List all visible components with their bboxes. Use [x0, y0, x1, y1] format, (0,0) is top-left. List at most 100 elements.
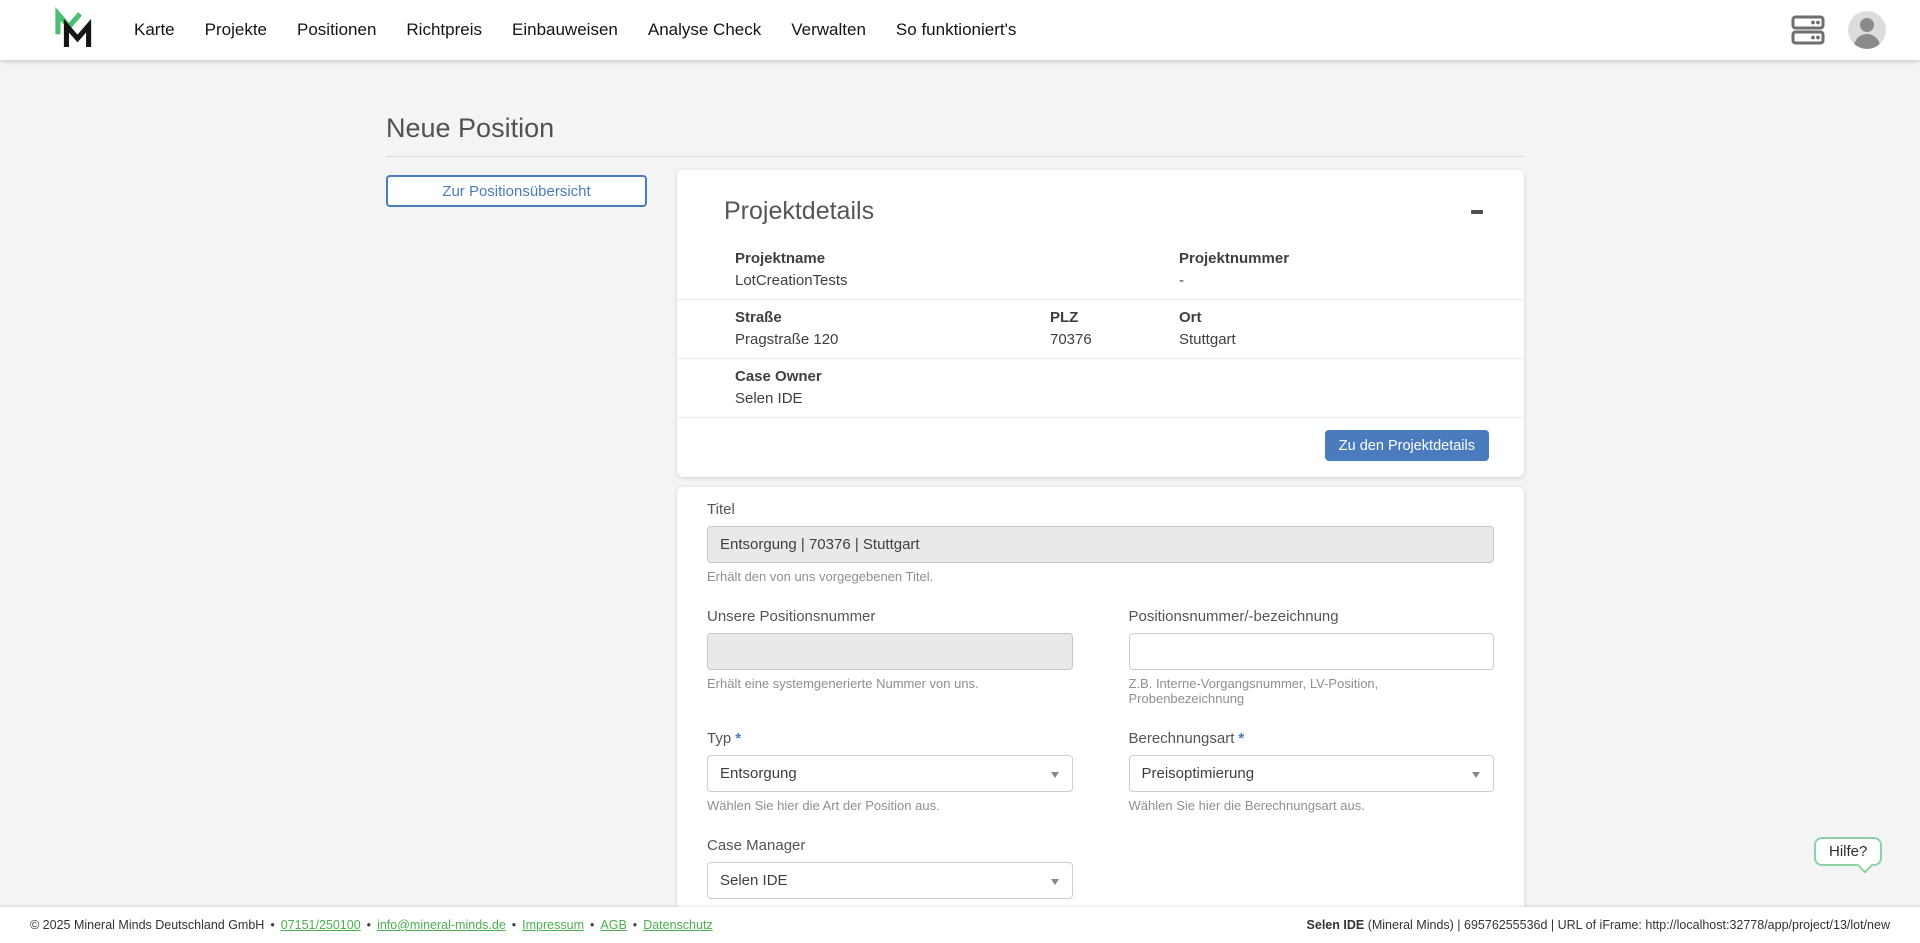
- project-details-card: Projektdetails Projektname LotCreationTe…: [677, 170, 1524, 477]
- type-calculation-row: Typ* Entsorgung Wählen Sie hier die Art …: [707, 730, 1494, 813]
- unsere-positionsnummer-label: Unsere Positionsnummer: [707, 608, 1073, 626]
- nav-item-projekte[interactable]: Projekte: [205, 20, 267, 40]
- typ-label-text: Typ: [707, 730, 731, 747]
- typ-select[interactable]: Entsorgung: [707, 755, 1073, 792]
- field-projektnummer: Projektnummer -: [1179, 249, 1489, 290]
- navbar-right: [1790, 0, 1886, 60]
- chevron-down-icon: [1051, 772, 1059, 778]
- avatar-body: [1854, 34, 1880, 49]
- top-navbar: Karte Projekte Positionen Richtpreis Ein…: [0, 0, 1920, 60]
- case-manager-field: Case Manager Selen IDE: [707, 837, 1073, 899]
- help-button[interactable]: Hilfe?: [1814, 837, 1882, 866]
- unsere-positionsnummer-input: [707, 633, 1073, 670]
- server-icon[interactable]: [1790, 14, 1826, 46]
- berechnungsart-label-text: Berechnungsart: [1129, 730, 1235, 747]
- titel-field: Titel Erhält den von uns vorgegebenen Ti…: [707, 501, 1494, 584]
- ort-label: Ort: [1179, 308, 1489, 327]
- positionsnummer-field: Positionsnummer/-bezeichnung Z.B. Intern…: [1129, 608, 1495, 706]
- nav-item-so-funktionierts[interactable]: So funktioniert's: [896, 20, 1016, 40]
- user-avatar-icon[interactable]: [1848, 11, 1886, 49]
- goto-project-details-button[interactable]: Zu den Projektdetails: [1325, 430, 1489, 461]
- berechnungsart-helper: Wählen Sie hier die Berechnungsart aus.: [1129, 798, 1495, 813]
- field-case-owner: Case Owner Selen IDE: [735, 367, 1489, 408]
- nav-item-verwalten[interactable]: Verwalten: [791, 20, 866, 40]
- title-divider: [386, 156, 1524, 157]
- berechnungsart-required-asterisk: *: [1238, 730, 1244, 747]
- footer-separator: •: [367, 918, 371, 932]
- position-number-row: Unsere Positionsnummer Erhält eine syste…: [707, 608, 1494, 706]
- case-owner-label: Case Owner: [735, 367, 1489, 386]
- case-manager-row-spacer: [1129, 837, 1495, 899]
- footer-link-datenschutz[interactable]: Datenschutz: [643, 918, 712, 932]
- footer-link-agb[interactable]: AGB: [600, 918, 626, 932]
- footer-link-impressum[interactable]: Impressum: [522, 918, 584, 932]
- case-manager-row: Case Manager Selen IDE: [707, 837, 1494, 899]
- typ-helper: Wählen Sie hier die Art der Position aus…: [707, 798, 1073, 813]
- field-plz: PLZ 70376: [1050, 308, 1179, 349]
- chevron-down-icon: [1051, 879, 1059, 885]
- footer-separator: •: [270, 918, 274, 932]
- plz-value: 70376: [1050, 330, 1179, 349]
- unsere-positionsnummer-helper: Erhält eine systemgenerierte Nummer von …: [707, 676, 1073, 691]
- berechnungsart-label: Berechnungsart*: [1129, 730, 1495, 748]
- footer-link-email[interactable]: info@mineral-minds.de: [377, 918, 506, 932]
- typ-required-asterisk: *: [735, 730, 741, 747]
- minus-dash: [1471, 210, 1483, 214]
- berechnungsart-field: Berechnungsart* Preisoptimierung Wählen …: [1129, 730, 1495, 813]
- projektnummer-label: Projektnummer: [1179, 249, 1489, 268]
- project-card-header: Projektdetails: [677, 170, 1524, 241]
- positionsnummer-label: Positionsnummer/-bezeichnung: [1129, 608, 1495, 626]
- titel-input: [707, 526, 1494, 563]
- avatar-head: [1860, 18, 1874, 32]
- nav-item-richtpreis[interactable]: Richtpreis: [406, 20, 482, 40]
- project-card-title: Projektdetails: [724, 197, 874, 226]
- footer-left: © 2025 Mineral Minds Deutschland GmbH • …: [30, 918, 713, 932]
- project-row-address: Straße Pragstraße 120 PLZ 70376 Ort Stut…: [677, 299, 1524, 358]
- nav-item-positionen[interactable]: Positionen: [297, 20, 376, 40]
- titel-helper: Erhält den von uns vorgegebenen Titel.: [707, 569, 1494, 584]
- footer: © 2025 Mineral Minds Deutschland GmbH • …: [0, 907, 1920, 943]
- footer-copyright: © 2025 Mineral Minds Deutschland GmbH: [30, 918, 264, 932]
- typ-select-value: Entsorgung: [720, 765, 797, 782]
- project-row-name-number: Projektname LotCreationTests Projektnumm…: [677, 241, 1524, 299]
- projektname-label: Projektname: [735, 249, 1179, 268]
- footer-session-user: Selen IDE: [1307, 918, 1365, 932]
- nav-item-einbauweisen[interactable]: Einbauweisen: [512, 20, 618, 40]
- positionsnummer-input[interactable]: [1129, 633, 1495, 670]
- new-position-form-card: Titel Erhält den von uns vorgegebenen Ti…: [677, 487, 1524, 915]
- footer-link-phone[interactable]: 07151/250100: [281, 918, 361, 932]
- ort-value: Stuttgart: [1179, 330, 1489, 349]
- projektnummer-value: -: [1179, 271, 1489, 290]
- case-manager-select-value: Selen IDE: [720, 872, 788, 889]
- field-projektname: Projektname LotCreationTests: [735, 249, 1179, 290]
- plz-label: PLZ: [1050, 308, 1179, 327]
- project-card-footer: Zu den Projektdetails: [677, 417, 1524, 477]
- main-nav: Karte Projekte Positionen Richtpreis Ein…: [134, 20, 1016, 40]
- footer-session-rest: (Mineral Minds) | 69576255536d | URL of …: [1364, 918, 1890, 932]
- field-strasse: Straße Pragstraße 120: [735, 308, 1050, 349]
- footer-separator: •: [633, 918, 637, 932]
- mineral-minds-logo-icon[interactable]: [46, 5, 92, 55]
- strasse-label: Straße: [735, 308, 1050, 327]
- minus-icon[interactable]: [1468, 203, 1486, 221]
- berechnungsart-select[interactable]: Preisoptimierung: [1129, 755, 1495, 792]
- footer-session-info: Selen IDE (Mineral Minds) | 69576255536d…: [1307, 918, 1890, 932]
- berechnungsart-select-value: Preisoptimierung: [1142, 765, 1255, 782]
- footer-separator: •: [590, 918, 594, 932]
- typ-label: Typ*: [707, 730, 1073, 748]
- case-manager-select[interactable]: Selen IDE: [707, 862, 1073, 899]
- typ-field: Typ* Entsorgung Wählen Sie hier die Art …: [707, 730, 1073, 813]
- titel-label: Titel: [707, 501, 1494, 519]
- case-manager-label: Case Manager: [707, 837, 1073, 855]
- page-title: Neue Position: [386, 113, 554, 144]
- nav-item-analyse-check[interactable]: Analyse Check: [648, 20, 761, 40]
- case-owner-value: Selen IDE: [735, 389, 1489, 408]
- chevron-down-icon: [1472, 772, 1480, 778]
- field-ort: Ort Stuttgart: [1179, 308, 1489, 349]
- unsere-positionsnummer-field: Unsere Positionsnummer Erhält eine syste…: [707, 608, 1073, 706]
- strasse-value: Pragstraße 120: [735, 330, 1050, 349]
- back-to-positions-button[interactable]: Zur Positionsübersicht: [386, 175, 647, 207]
- projektname-value: LotCreationTests: [735, 271, 1179, 290]
- nav-item-karte[interactable]: Karte: [134, 20, 175, 40]
- footer-separator: •: [512, 918, 516, 932]
